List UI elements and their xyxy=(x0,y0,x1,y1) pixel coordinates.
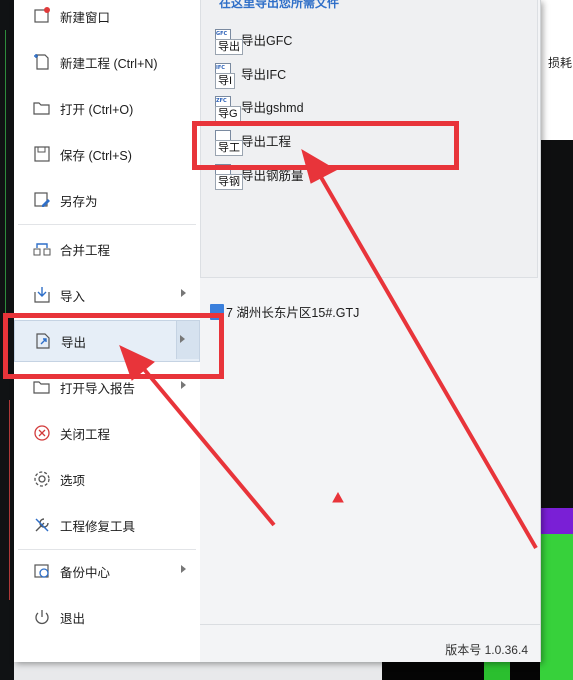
new-project-icon xyxy=(32,52,52,72)
menu-item-repair-tool[interactable]: 工程修复工具 xyxy=(14,505,200,545)
recent-file-item[interactable]: 7 湖州长东片区15#.GTJ xyxy=(210,302,359,321)
version-label: 版本号 1.0.36.4 xyxy=(445,643,528,657)
menu-item-merge-project[interactable]: 合并工程 xyxy=(14,229,200,269)
menu-item-import[interactable]: 导入 xyxy=(14,275,200,315)
new-window-icon xyxy=(32,6,52,26)
export-item-label: 导出GFC xyxy=(241,33,293,48)
merge-icon xyxy=(32,239,52,259)
menu-item-label: 导入 xyxy=(60,289,86,304)
menu-item-exit[interactable]: 退出 xyxy=(14,597,200,637)
menu-item-options[interactable]: 选项 xyxy=(14,459,200,499)
menu-item-label: 关闭工程 xyxy=(60,427,111,442)
gfc-file-icon: GFC 导出 xyxy=(215,29,243,55)
close-project-icon xyxy=(32,423,52,443)
export-item-gfc[interactable]: GFC 导出 导出GFC xyxy=(215,25,293,55)
menu-item-label: 合并工程 xyxy=(60,243,111,258)
save-icon xyxy=(32,144,52,164)
menu-item-close-project[interactable]: 关闭工程 xyxy=(14,413,200,453)
file-menu-right-column: 在这里导出您所需文件 GFC 导出 导出GFC IFC 导I 导出IFC ZFC xyxy=(200,0,540,662)
menu-item-label: 备份中心 xyxy=(60,565,111,580)
menu-item-open[interactable]: 打开 (Ctrl+O) xyxy=(14,88,200,128)
background-green-band xyxy=(540,534,573,680)
backup-icon xyxy=(32,561,52,581)
tooltip-label: 导I xyxy=(215,73,236,89)
menu-item-label: 保存 (Ctrl+S) xyxy=(60,148,132,163)
import-icon xyxy=(32,285,52,305)
menu-item-save-as[interactable]: 另存为 xyxy=(14,180,200,220)
submenu-arrow-icon xyxy=(181,381,186,389)
submenu-arrow-icon xyxy=(181,565,186,573)
export-panel-header: 在这里导出您所需文件 xyxy=(219,0,340,10)
tooltip-label: 导钢 xyxy=(215,174,243,190)
menu-item-new-window[interactable]: 新建窗口 xyxy=(14,0,200,36)
annotation-highlight-export-project xyxy=(192,121,459,170)
background-app-canvas xyxy=(540,140,573,680)
export-item-gshmd[interactable]: ZFC 导G 导出gshmd xyxy=(215,92,304,122)
menu-item-label: 新建窗口 xyxy=(60,10,111,25)
annotation-highlight-export-menu xyxy=(3,313,224,379)
repair-tool-icon xyxy=(32,515,52,535)
ifc-file-icon: IFC 导I xyxy=(215,63,236,89)
menu-divider xyxy=(18,224,196,225)
import-report-icon xyxy=(32,377,52,397)
menu-item-save[interactable]: 保存 (Ctrl+S) xyxy=(14,134,200,174)
export-item-label: 导出IFC xyxy=(241,67,287,82)
tooltip-label: 导出 xyxy=(215,39,243,55)
background-ribbon-label: 损耗 xyxy=(548,56,573,70)
menu-divider xyxy=(18,549,196,550)
version-divider xyxy=(200,624,540,625)
background-purple-band xyxy=(540,508,573,534)
menu-item-label: 退出 xyxy=(60,611,86,626)
export-item-label: 导出gshmd xyxy=(241,100,304,115)
menu-item-label: 打开导入报告 xyxy=(60,381,136,396)
save-as-icon xyxy=(32,190,52,210)
menu-item-label: 工程修复工具 xyxy=(60,519,136,534)
menu-item-new-project[interactable]: 新建工程 (Ctrl+N) xyxy=(14,42,200,82)
gshmd-file-icon: ZFC 导G xyxy=(215,96,241,122)
submenu-arrow-icon xyxy=(181,289,186,297)
submenu-arrow-icon xyxy=(180,335,185,343)
export-item-ifc[interactable]: IFC 导I 导出IFC xyxy=(215,59,287,89)
menu-item-label: 打开 (Ctrl+O) xyxy=(60,102,134,117)
menu-item-label: 选项 xyxy=(60,473,86,488)
menu-item-backup-center[interactable]: 备份中心 xyxy=(14,551,200,591)
options-gear-icon xyxy=(32,469,52,489)
recent-file-label: 7 湖州长东片区15#.GTJ xyxy=(226,306,360,320)
power-icon xyxy=(32,607,52,627)
folder-open-icon xyxy=(32,98,52,118)
tooltip-label: 导G xyxy=(215,106,241,122)
menu-item-label: 另存为 xyxy=(60,194,98,209)
menu-item-label: 新建工程 (Ctrl+N) xyxy=(60,56,158,71)
